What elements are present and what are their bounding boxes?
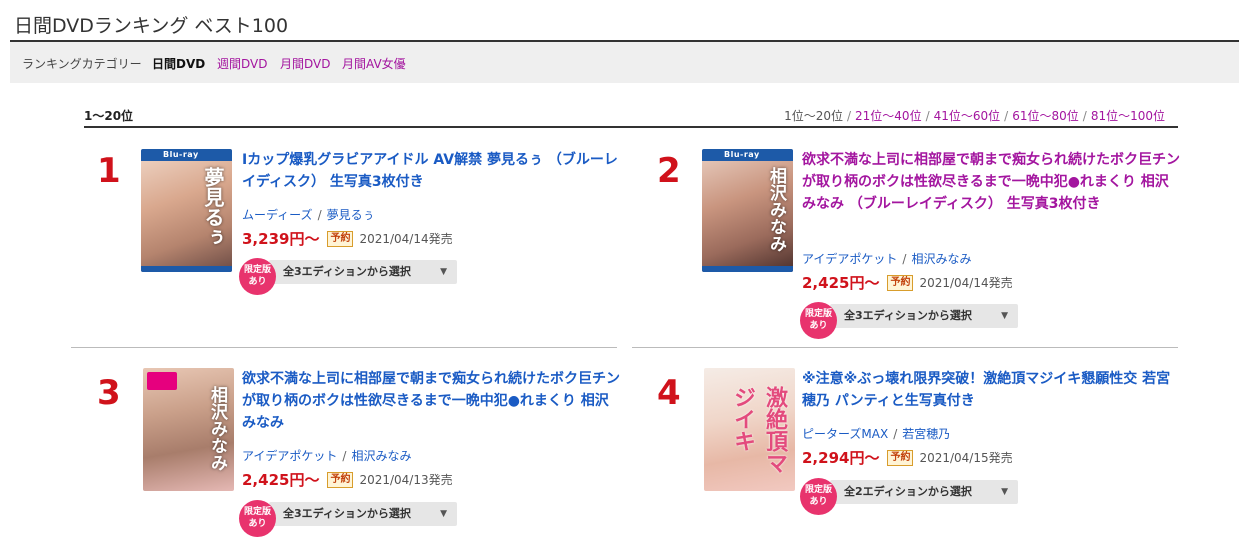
- limited-edition-badge: 限定版 あり: [239, 258, 276, 295]
- limited-edition-badge: 限定版 あり: [800, 478, 837, 515]
- preorder-badge: 予約: [887, 274, 914, 291]
- preorder-badge: 予約: [327, 471, 354, 488]
- product-cover-image[interactable]: 相沢みなみ: [143, 368, 234, 491]
- rank-pager: 1位〜20位/21位〜40位/41位〜60位/61位〜80位/81位〜100位: [784, 107, 1165, 124]
- chevron-down-icon: ▼: [1001, 487, 1008, 497]
- price: 2,294円〜: [802, 449, 880, 467]
- maker-link[interactable]: アイデアポケット: [242, 449, 337, 463]
- rank-number: 3: [97, 373, 121, 413]
- product-title-link[interactable]: 欲求不満な上司に相部屋で朝まで痴女られ続けたボク巨チンが取り柄のボクは性欲尽きる…: [802, 149, 1180, 215]
- pager-separator: /: [1004, 109, 1009, 123]
- category-link-monthly-dvd[interactable]: 月間DVD: [280, 55, 330, 72]
- price-line: 2,294円〜 予約 2021/04/15発売: [802, 447, 1013, 468]
- edition-select-label: 全2エディションから選択: [844, 485, 972, 498]
- cover-text: 相沢みなみ: [766, 167, 786, 252]
- rank-number: 4: [657, 373, 681, 413]
- category-daily-dvd-active: 日間DVD: [152, 57, 206, 71]
- product-cover-image[interactable]: 激絶頂マジイキ: [704, 368, 795, 491]
- preorder-badge: 予約: [887, 449, 914, 466]
- product-title-link[interactable]: Iカップ爆乳グラビアアイドル AV解禁 夢見るぅ （ブルーレイディスク） 生写真…: [242, 149, 620, 193]
- actress-link[interactable]: 若宮穂乃: [902, 427, 950, 441]
- edition-select-button[interactable]: 全3エディションから選択 ▼: [830, 304, 1018, 328]
- bluray-strip-bottom: [141, 266, 232, 272]
- row-divider: [632, 347, 1178, 348]
- edition-select-button[interactable]: 全3エディションから選択 ▼: [269, 260, 457, 284]
- actress-link[interactable]: 夢見るぅ: [327, 208, 375, 222]
- cover-text: 激絶頂マジイキ: [730, 386, 788, 474]
- limited-edition-badge: 限定版 あり: [239, 500, 276, 537]
- range-current-label: 1〜20位: [84, 109, 134, 123]
- row-divider: [71, 347, 617, 348]
- price-line: 2,425円〜 予約 2021/04/14発売: [802, 272, 1013, 293]
- category-label: ランキングカテゴリー: [22, 57, 142, 71]
- maker-link[interactable]: ムーディーズ: [242, 208, 313, 222]
- release-date: 2021/04/15発売: [919, 451, 1013, 465]
- pager-separator: /: [925, 109, 930, 123]
- pager-link-41-60[interactable]: 41位〜60位: [934, 109, 1001, 123]
- product-cover-image[interactable]: Blu-ray 相沢みなみ: [702, 149, 793, 272]
- chevron-down-icon: ▼: [440, 509, 447, 519]
- actress-link[interactable]: 相沢みなみ: [351, 449, 411, 463]
- range-divider: [84, 126, 1178, 128]
- product-meta: アイデアポケット / 相沢みなみ: [242, 449, 412, 463]
- rank-number: 2: [657, 151, 681, 191]
- page-title: 日間DVDランキング ベスト100: [14, 15, 289, 37]
- pager-separator: /: [846, 109, 852, 123]
- edition-select-label: 全3エディションから選択: [283, 265, 411, 278]
- preorder-badge: 予約: [327, 230, 354, 247]
- release-date: 2021/04/14発売: [359, 232, 453, 246]
- pager-separator: /: [1082, 109, 1087, 123]
- price-line: 3,239円〜 予約 2021/04/14発売: [242, 228, 453, 249]
- rank-number: 1: [97, 151, 121, 191]
- category-link-weekly-dvd[interactable]: 週間DVD: [217, 55, 267, 72]
- release-date: 2021/04/13発売: [359, 473, 453, 487]
- chevron-down-icon: ▼: [440, 267, 447, 277]
- product-title-link[interactable]: 欲求不満な上司に相部屋で朝まで痴女られ続けたボク巨チンが取り柄のボクは性欲尽きる…: [242, 368, 620, 434]
- maker-link[interactable]: アイデアポケット: [802, 252, 897, 266]
- cover-text: 相沢みなみ: [207, 386, 227, 471]
- product-cover-image[interactable]: Blu-ray 夢見るぅ: [141, 149, 232, 272]
- price: 2,425円〜: [242, 471, 320, 489]
- actress-link[interactable]: 相沢みなみ: [911, 252, 971, 266]
- limited-edition-badge: 限定版 あり: [800, 302, 837, 339]
- edition-select-button[interactable]: 全3エディションから選択 ▼: [269, 502, 457, 526]
- bluray-strip-bottom: [702, 266, 793, 272]
- price: 3,239円〜: [242, 230, 320, 248]
- product-title-link[interactable]: ※注意※ぶっ壊れ限界突破！激絶頂マジイキ懇願性交 若宮穂乃 パンティと生写真付き: [802, 368, 1180, 412]
- product-meta: ピーターズMAX / 若宮穂乃: [802, 427, 951, 441]
- cover-text: 夢見るぅ: [201, 167, 225, 247]
- release-date: 2021/04/14発売: [919, 276, 1013, 290]
- edition-select-button[interactable]: 全2エディションから選択 ▼: [830, 480, 1018, 504]
- category-link-monthly-actress[interactable]: 月間AV女優: [342, 55, 406, 72]
- chevron-down-icon: ▼: [1001, 311, 1008, 321]
- series-badge: [147, 372, 177, 390]
- pager-link-81-100[interactable]: 81位〜100位: [1091, 109, 1165, 123]
- price: 2,425円〜: [802, 274, 880, 292]
- edition-select-label: 全3エディションから選択: [844, 309, 972, 322]
- product-meta: ムーディーズ / 夢見るぅ: [242, 208, 375, 222]
- edition-select-label: 全3エディションから選択: [283, 507, 411, 520]
- pager-link-21-40[interactable]: 21位〜40位: [855, 109, 922, 123]
- bluray-logo-icon: Blu-ray: [163, 150, 199, 159]
- bluray-logo-icon: Blu-ray: [724, 150, 760, 159]
- price-line: 2,425円〜 予約 2021/04/13発売: [242, 469, 453, 490]
- pager-link-61-80[interactable]: 61位〜80位: [1012, 109, 1079, 123]
- pager-current: 1位〜20位: [784, 109, 843, 123]
- maker-link[interactable]: ピーターズMAX: [802, 427, 888, 441]
- category-bar: ランキングカテゴリー 日間DVD 週間DVD 月間DVD 月間AV女優: [10, 42, 1239, 83]
- product-meta: アイデアポケット / 相沢みなみ: [802, 252, 972, 266]
